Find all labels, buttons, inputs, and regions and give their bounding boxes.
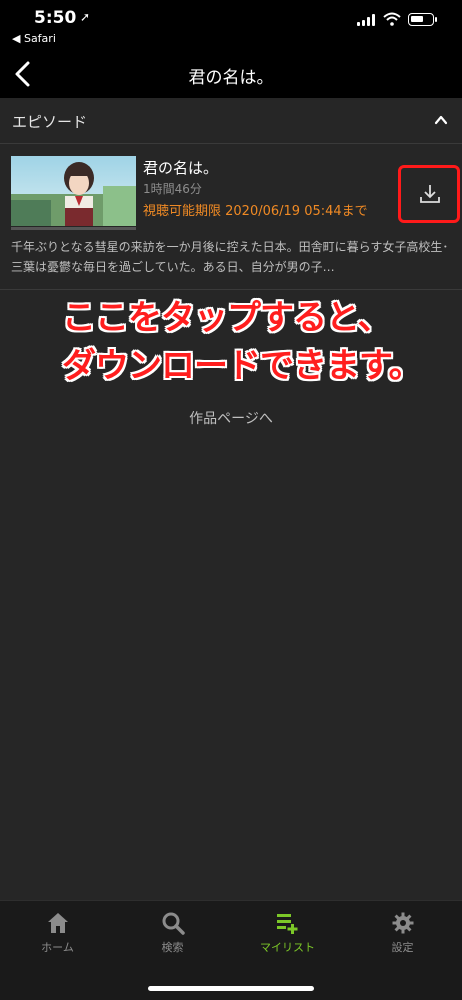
tab-label: マイリスト bbox=[260, 941, 315, 954]
episode-title: 君の名は。 bbox=[143, 159, 219, 177]
tab-home[interactable]: ホーム bbox=[0, 911, 115, 961]
battery-icon bbox=[408, 13, 434, 26]
app-screen: 5:50 ➚ ◀ Safari 君の名は。 エピソード 君の名は。 1時間46分… bbox=[0, 0, 462, 1000]
section-title: エピソード bbox=[12, 113, 88, 131]
cellular-signal-icon bbox=[357, 14, 377, 26]
tab-search[interactable]: 検索 bbox=[115, 911, 230, 961]
mylist-icon bbox=[276, 914, 297, 934]
home-indicator bbox=[148, 986, 314, 991]
status-bar: 5:50 ➚ ◀ Safari bbox=[0, 0, 462, 50]
page-title: 君の名は。 bbox=[188, 68, 274, 88]
tab-mylist[interactable]: マイリスト bbox=[230, 911, 345, 961]
tab-label: ホーム bbox=[41, 941, 74, 954]
tab-settings[interactable]: 設定 bbox=[345, 911, 460, 961]
location-arrow-icon: ➚ bbox=[80, 10, 91, 24]
gear-icon bbox=[392, 912, 413, 934]
back-to-safari-link[interactable]: ◀ Safari bbox=[12, 32, 56, 45]
watch-progress-bar bbox=[11, 227, 136, 230]
download-button[interactable] bbox=[398, 165, 460, 223]
episodes-section-header[interactable]: エピソード bbox=[0, 98, 462, 144]
tab-label: 設定 bbox=[391, 941, 414, 954]
annotation-line-1: ここをタップすると、 bbox=[62, 298, 392, 338]
tab-bar: ホーム 検索 マイリスト 設定 bbox=[0, 900, 462, 1000]
episode-thumbnail[interactable] bbox=[11, 156, 136, 226]
episode-duration: 1時間46分 bbox=[143, 182, 202, 196]
battery-tip bbox=[435, 17, 437, 22]
search-icon bbox=[162, 912, 185, 935]
chevron-up-icon[interactable] bbox=[434, 113, 448, 127]
navigation-bar: 君の名は。 bbox=[0, 50, 462, 98]
annotation-line-2: ダウンロードできます。 bbox=[62, 346, 423, 386]
episode-description: 千年ぶりとなる彗星の来訪を一か月後に控えた日本。田舎町に暮らす女子高校生･三葉は… bbox=[11, 240, 449, 274]
home-icon bbox=[47, 913, 68, 933]
tutorial-annotation: ここをタップすると、 ダウンロードできます。 bbox=[62, 294, 423, 390]
episode-item[interactable]: 君の名は。 1時間46分 視聴可能期限 2020/06/19 05:44まで 千… bbox=[0, 145, 462, 290]
download-icon bbox=[420, 185, 440, 203]
tab-label: 検索 bbox=[161, 941, 184, 954]
episode-expiry: 視聴可能期限 2020/06/19 05:44まで bbox=[143, 204, 368, 219]
work-page-link[interactable]: 作品ページへ bbox=[0, 408, 462, 428]
clock: 5:50 bbox=[34, 8, 77, 28]
wifi-icon bbox=[383, 12, 401, 26]
